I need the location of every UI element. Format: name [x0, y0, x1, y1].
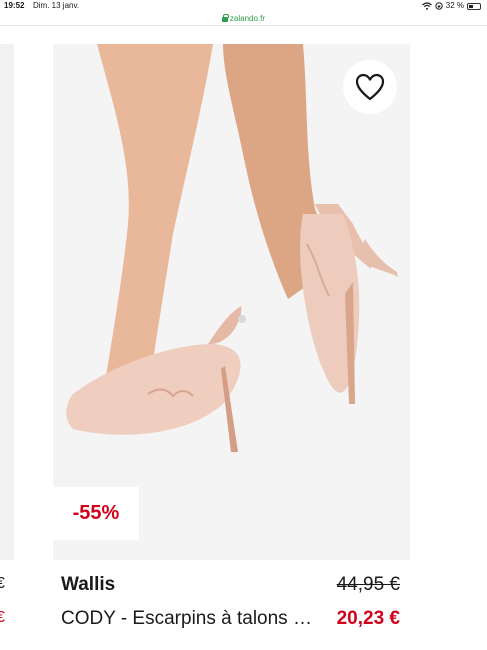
rotation-lock-icon — [435, 2, 443, 10]
previous-product-card[interactable] — [0, 44, 14, 560]
previous-product-old-price: € — [0, 575, 5, 592]
status-date: Dim. 13 janv. — [33, 1, 80, 10]
previous-product-new-price: € — [0, 609, 5, 626]
status-bar: 19:52 Dim. 13 janv. 32 % — [0, 0, 487, 12]
battery-percent: 32 % — [445, 1, 464, 10]
discount-badge: -55% — [53, 487, 139, 540]
product-new-price: 20,23 € — [336, 608, 400, 629]
battery-level — [469, 4, 473, 8]
product-old-price: 44,95 € — [336, 574, 400, 595]
product-image[interactable] — [53, 44, 410, 560]
status-right: 32 % — [421, 0, 481, 12]
wishlist-button[interactable] — [343, 60, 397, 114]
product-card[interactable]: -55% — [53, 44, 410, 560]
product-brand[interactable]: Wallis — [61, 574, 115, 596]
status-time: 19:52 — [4, 1, 25, 10]
product-name[interactable]: CODY - Escarpins à talons hauts - nude — [61, 608, 317, 630]
url-text: zalando.fr — [229, 14, 266, 23]
heart-icon — [355, 73, 385, 101]
battery-icon — [467, 2, 481, 10]
lock-icon — [221, 14, 229, 22]
address-bar[interactable]: zalando.fr — [0, 12, 487, 26]
wifi-icon — [421, 2, 432, 10]
